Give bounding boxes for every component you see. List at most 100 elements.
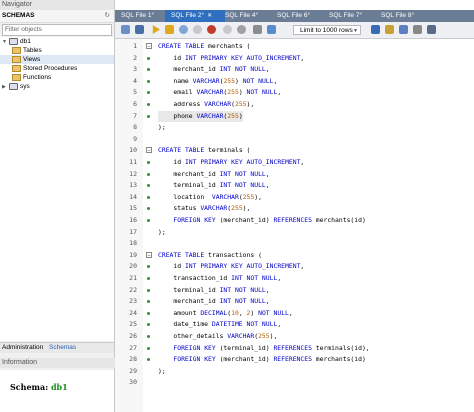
code-text: transaction_id INT NOT NULL, (158, 274, 282, 282)
autocommit-icon[interactable] (253, 25, 262, 34)
tree-node-stored-procedures[interactable]: Stored Procedures (0, 64, 114, 73)
tree-node-views[interactable]: Views (0, 55, 114, 64)
brush-icon[interactable] (385, 25, 394, 34)
schema-label: Schema: (10, 382, 49, 392)
code-line[interactable]: 22 terminal_id INT NOT NULL, (115, 285, 474, 296)
code-line[interactable]: 4 name VARCHAR(255) NOT NULL, (115, 76, 474, 87)
code-line[interactable]: 6 address VARCHAR(255), (115, 99, 474, 110)
code-text: id INT PRIMARY KEY AUTO_INCREMENT, (158, 262, 305, 271)
tree-node-tables[interactable]: Tables (0, 46, 114, 55)
code-line[interactable]: 26 other_details VARCHAR(255), (115, 331, 474, 342)
code-line[interactable]: 30 (115, 377, 474, 388)
tree-node-label: db1 (20, 38, 31, 45)
tree-node-label: Stored Procedures (23, 65, 78, 72)
line-number: 22 (129, 285, 137, 294)
limit-rows-select[interactable]: Limit to 1000 rows ▼ (293, 25, 361, 35)
execute-current-icon[interactable] (165, 25, 174, 34)
code-line[interactable]: 29); (115, 366, 474, 377)
line-number: 28 (129, 355, 137, 364)
open-file-icon[interactable] (121, 25, 130, 34)
code-line[interactable]: 25 date_time DATETIME NOT NULL, (115, 319, 474, 330)
star-icon[interactable] (371, 25, 380, 34)
statement-dot-icon (147, 219, 150, 222)
tree-node-db1[interactable]: ▼ db1 (0, 37, 114, 46)
code-line[interactable]: 2 id INT PRIMARY KEY AUTO_INCREMENT, (115, 53, 474, 64)
code-text: status VARCHAR(255), (158, 204, 251, 213)
close-tab-icon[interactable]: ✕ (207, 13, 212, 19)
beautify-icon[interactable] (267, 25, 276, 34)
commit-icon[interactable] (223, 25, 232, 34)
code-line[interactable]: 17); (115, 227, 474, 238)
tab-sql-file-8[interactable]: SQL File 8° (375, 10, 433, 22)
code-line[interactable]: 14 location VARCHAR(255), (115, 192, 474, 203)
tab-sql-file-6[interactable]: SQL File 6° (271, 10, 327, 22)
chevron-right-icon[interactable]: ▶ (2, 83, 9, 92)
code-text: FOREIGN KEY (merchant_id) REFERENCES mer… (173, 355, 366, 364)
filter-objects-input[interactable]: Filter objects (2, 24, 112, 36)
code-line[interactable]: 27 FOREIGN KEY (terminal_id) REFERENCES … (115, 343, 474, 354)
code-line[interactable]: 23 merchant_id INT NOT NULL, (115, 296, 474, 307)
invisible-chars-icon[interactable] (427, 25, 436, 34)
word-wrap-icon[interactable] (413, 25, 422, 34)
rollback-icon[interactable] (237, 25, 246, 34)
code-text: FOREIGN KEY (merchant_id) REFERENCES mer… (173, 216, 366, 224)
code-line[interactable]: 13 terminal_id INT NOT NULL, (115, 180, 474, 191)
code-line[interactable]: 11 id INT PRIMARY KEY AUTO_INCREMENT, (115, 157, 474, 168)
stop-icon[interactable] (193, 25, 202, 34)
code-line[interactable]: 10 − CREATE TABLE terminals ( (115, 145, 474, 156)
schemas-header: SCHEMAS ↻ (0, 10, 114, 23)
statement-dot-icon (147, 79, 150, 83)
code-line[interactable]: 28 FOREIGN KEY (merchant_id) REFERENCES … (115, 354, 474, 365)
tab-sql-file-2[interactable]: SQL File 2° ✕ (165, 10, 225, 22)
line-number: 29 (129, 366, 137, 375)
navigator-panel: Navigator SCHEMAS ↻ Filter objects ▼ db1 T… (0, 0, 116, 412)
code-line[interactable]: 21 transaction_id INT NOT NULL, (115, 273, 474, 284)
code-line[interactable]: 5 email VARCHAR(255) NOT NULL, (115, 87, 474, 98)
collapse-icon[interactable]: − (146, 147, 152, 154)
find-icon[interactable] (399, 25, 408, 34)
code-text: ); (158, 227, 166, 236)
code-line[interactable]: 18 (115, 238, 474, 249)
tab-label: SQL File 4° (225, 12, 259, 19)
code-line[interactable]: 7 phone VARCHAR(255) (115, 110, 474, 122)
refresh-icon[interactable]: ↻ (105, 10, 110, 22)
code-line[interactable]: 24 amount DECIMAL(10, 2) NOT NULL, (115, 308, 474, 319)
code-line[interactable]: 19 − CREATE TABLE transactions ( (115, 250, 474, 261)
code-line[interactable]: 1 − CREATE TABLE merchants ( (115, 41, 474, 52)
tree-node-sys[interactable]: ▶ sys (0, 82, 114, 91)
code-line[interactable]: 12 merchant_id INT NOT NULL, (115, 169, 474, 180)
tree-node-label: Views (23, 56, 41, 63)
code-line[interactable]: 9 (115, 134, 474, 145)
code-line[interactable]: 15 status VARCHAR(255), (115, 203, 474, 214)
tab-label: SQL File 6° (277, 12, 311, 19)
code-line[interactable]: 20 id INT PRIMARY KEY AUTO_INCREMENT, (115, 261, 474, 272)
line-number: 12 (129, 169, 137, 178)
code-line[interactable]: 3 merchant_id INT NOT NULL, (115, 64, 474, 75)
code-text: amount DECIMAL(10, 2) NOT NULL, (158, 308, 293, 317)
sql-editor[interactable]: 1− CREATE TABLE merchants (2 id INT PRIMA… (115, 39, 474, 412)
limit-label: Limit to 1000 rows (300, 27, 353, 34)
save-icon[interactable] (135, 25, 144, 34)
database-icon (9, 82, 18, 90)
error-toggle-icon[interactable] (207, 25, 216, 34)
explain-icon[interactable] (179, 25, 188, 34)
statement-dot-icon (147, 56, 150, 60)
line-number: 19 (129, 250, 137, 259)
statement-dot-icon (147, 172, 150, 176)
code-text: email VARCHAR(255) NOT NULL, (158, 88, 282, 97)
tab-sql-file-4[interactable]: SQL File 4° (219, 10, 275, 22)
code-line[interactable]: 8); (115, 122, 474, 133)
tree-node-functions[interactable]: Functions (0, 73, 114, 82)
code-text: date_time DATETIME NOT NULL, (158, 320, 282, 329)
tab-sql-file-7[interactable]: SQL File 7° (323, 10, 379, 22)
tab-sql-file-1[interactable]: SQL File 1° (115, 10, 169, 22)
tab-administration[interactable]: Administration (0, 344, 45, 351)
line-number: 8 (133, 123, 137, 132)
execute-icon[interactable] (152, 25, 160, 34)
code-line[interactable]: 16 FOREIGN KEY (merchant_id) REFERENCES … (115, 215, 474, 226)
collapse-icon[interactable]: − (146, 251, 152, 259)
code-text: terminal_id INT NOT NULL, (158, 181, 270, 190)
collapse-icon[interactable]: − (146, 43, 152, 50)
tab-schemas[interactable]: Schemas (47, 344, 78, 351)
tab-label: SQL File 7° (329, 12, 363, 19)
